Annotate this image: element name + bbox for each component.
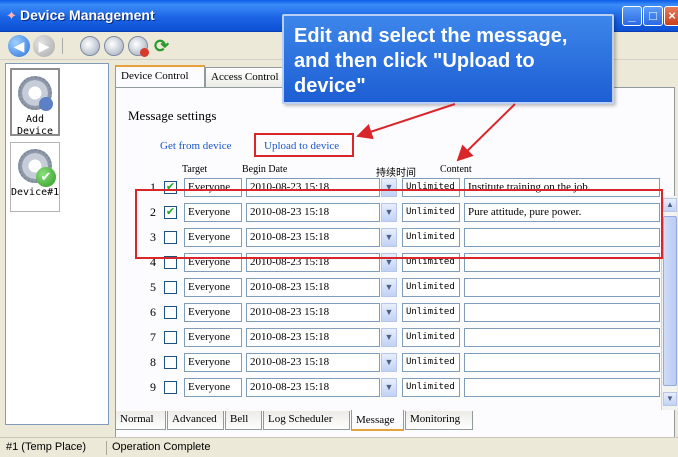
add-device-label-line2: Device [16,126,54,137]
selected-rows-highlight-box [135,189,663,259]
row-number: 8 [150,355,156,369]
device-connected-icon: ✔ [18,149,56,187]
header-target: Target [182,164,208,175]
tab-device-control[interactable]: Device Control [115,65,205,87]
device-gear-icon[interactable] [80,36,100,56]
date-dropdown-icon[interactable]: ▼ [381,328,397,347]
device-item[interactable]: ✔ Device#1 [10,142,60,212]
get-from-device-link[interactable]: Get from device [160,140,231,152]
content-field[interactable] [464,278,660,297]
date-dropdown-icon[interactable]: ▼ [381,378,397,397]
message-row: 7 Everyone 2010-08-23 15:18 ▼ Unlimited [142,326,666,348]
tab-monitoring[interactable]: Monitoring [405,411,473,430]
row-checkbox[interactable] [164,281,177,294]
minimize-button[interactable]: _ [622,6,642,26]
row-checkbox[interactable] [164,356,177,369]
tab-access-control[interactable]: Access Control [205,67,285,87]
app-window: ✦ Device Management _ □ × ◀ ▶ ⟳ Add Devi… [0,0,678,457]
device-label: Device#1 [11,187,60,198]
message-row: 6 Everyone 2010-08-23 15:18 ▼ Unlimited [142,301,666,323]
message-settings-panel: Message settings Get from device Upload … [115,87,677,457]
window-title: Device Management [20,7,155,23]
toolbar-separator [62,38,63,54]
message-row: 9 Everyone 2010-08-23 15:18 ▼ Unlimited [142,376,666,398]
begin-date-field[interactable]: 2010-08-23 15:18 [246,353,380,372]
tab-normal[interactable]: Normal [115,411,166,430]
begin-date-field[interactable]: 2010-08-23 15:18 [246,278,380,297]
content-field[interactable] [464,353,660,372]
target-field[interactable]: Everyone [184,378,242,397]
status-bar: #1 (Temp Place) Operation Complete [0,437,678,457]
row-number: 9 [150,380,156,394]
target-field[interactable]: Everyone [184,353,242,372]
duration-field[interactable]: Unlimited [402,378,460,397]
status-message: Operation Complete [112,441,211,453]
add-device-label-line1: Add [25,114,45,125]
content-field[interactable] [464,328,660,347]
scroll-thumb[interactable] [663,216,677,386]
duration-field[interactable]: Unlimited [402,328,460,347]
status-separator [106,441,107,455]
header-begin-date: Begin Date [242,164,288,175]
content-field[interactable] [464,378,660,397]
row-number: 5 [150,280,156,294]
status-place: #1 (Temp Place) [6,441,87,453]
date-dropdown-icon[interactable]: ▼ [381,303,397,322]
message-row: 5 Everyone 2010-08-23 15:18 ▼ Unlimited [142,276,666,298]
row-checkbox[interactable] [164,331,177,344]
add-device-button[interactable]: Add Device [10,68,60,137]
duration-field[interactable]: Unlimited [402,278,460,297]
main-area: Device Control Access Control Message se… [111,63,678,457]
scroll-up-icon[interactable]: ▲ [663,198,677,212]
tab-bell[interactable]: Bell [225,411,262,430]
duration-field[interactable]: Unlimited [402,303,460,322]
forward-icon[interactable]: ▶ [33,35,55,57]
row-number: 7 [150,330,156,344]
row-checkbox[interactable] [164,381,177,394]
device-list-panel: Add Device ✔ Device#1 [5,63,109,425]
message-row: 8 Everyone 2010-08-23 15:18 ▼ Unlimited [142,351,666,373]
target-field[interactable]: Everyone [184,303,242,322]
gear-icon [18,76,53,111]
content-field[interactable] [464,303,660,322]
scroll-down-icon[interactable]: ▼ [663,392,677,406]
instruction-callout: Edit and select the message, and then cl… [282,14,614,104]
date-dropdown-icon[interactable]: ▼ [381,278,397,297]
duration-field[interactable]: Unlimited [402,353,460,372]
target-field[interactable]: Everyone [184,328,242,347]
header-content: Content [440,164,472,175]
date-dropdown-icon[interactable]: ▼ [381,353,397,372]
target-field[interactable]: Everyone [184,278,242,297]
begin-date-field[interactable]: 2010-08-23 15:18 [246,328,380,347]
delete-device-icon[interactable] [128,36,149,57]
vertical-scrollbar[interactable]: ▲ ▼ [661,196,677,410]
begin-date-field[interactable]: 2010-08-23 15:18 [246,378,380,397]
back-icon[interactable]: ◀ [8,35,30,57]
section-title: Message settings [128,108,217,123]
refresh-icon[interactable]: ⟳ [154,36,169,57]
tab-log-scheduler[interactable]: Log Scheduler [263,411,350,430]
tab-message[interactable]: Message [351,410,404,431]
search-device-icon[interactable] [104,36,124,56]
close-button[interactable]: × [664,6,678,26]
upload-highlight-box [254,133,354,157]
row-number: 6 [150,305,156,319]
begin-date-field[interactable]: 2010-08-23 15:18 [246,303,380,322]
tab-advanced[interactable]: Advanced [167,411,224,430]
maximize-button[interactable]: □ [643,6,663,26]
row-checkbox[interactable] [164,306,177,319]
app-icon: ✦ [6,8,17,23]
